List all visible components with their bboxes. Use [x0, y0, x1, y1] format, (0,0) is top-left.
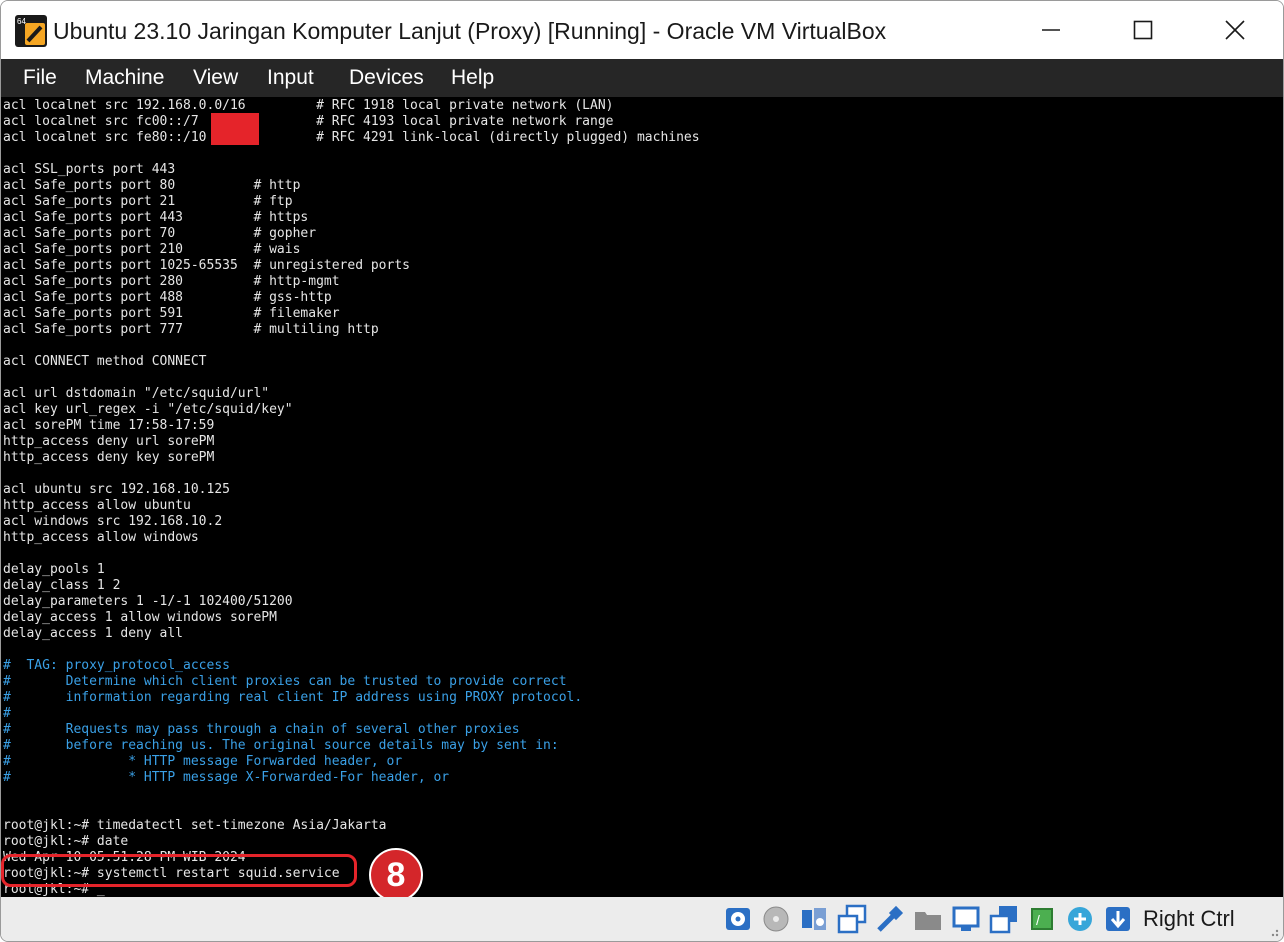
- menu-view[interactable]: View: [193, 59, 238, 97]
- terminal-line: acl Safe_ports port 443 # https: [3, 210, 309, 225]
- vm-console-screen[interactable]: root@jkl:~# _ root@jkl:~# systemctl resta…: [1, 97, 1283, 897]
- window-title: Ubuntu 23.10 Jaringan Komputer Lanjut (P…: [53, 18, 887, 44]
- network-icon[interactable]: [837, 904, 867, 934]
- step-number-badge: 8: [369, 848, 423, 897]
- close-button[interactable]: [1189, 1, 1281, 59]
- terminal-line: # TAG: proxy_protocol_access: [3, 658, 230, 673]
- terminal-line: # * HTTP message X-Forwarded-For header,…: [3, 770, 450, 785]
- svg-text:/: /: [1036, 912, 1040, 928]
- redaction-box: [211, 113, 259, 145]
- host-key-label[interactable]: Right Ctrl: [1143, 897, 1235, 941]
- menu-input[interactable]: Input: [267, 59, 314, 97]
- mouse-integration-icon[interactable]: [1065, 904, 1095, 934]
- minimize-icon: [1042, 29, 1060, 31]
- terminal-line: acl localnet src 192.168.0.0/16 # RFC 19…: [3, 98, 614, 113]
- terminal-line: acl SSL_ports port 443: [3, 162, 176, 177]
- terminal-line: # Requests may pass through a chain of s…: [3, 722, 520, 737]
- terminal-line: acl Safe_ports port 80 # http: [3, 178, 301, 193]
- menu-devices[interactable]: Devices: [349, 59, 424, 97]
- terminal-line: http_access allow ubuntu: [3, 498, 191, 513]
- terminal-line: http_access allow windows: [3, 530, 199, 545]
- terminal-line: acl localnet src fc00::/7 # RFC 4193 loc…: [3, 114, 614, 129]
- terminal-line: delay_parameters 1 -1/-1 102400/51200: [3, 594, 293, 609]
- terminal-line: acl windows src 192.168.10.2: [3, 514, 223, 529]
- recording-icon[interactable]: [989, 904, 1019, 934]
- maximize-icon: [1133, 20, 1153, 40]
- terminal-line: acl ubuntu src 192.168.10.125: [3, 482, 230, 497]
- resize-grip-icon[interactable]: [1265, 923, 1279, 937]
- terminal-line: # information regarding real client IP a…: [3, 690, 583, 705]
- terminal-line: acl CONNECT method CONNECT: [3, 354, 207, 369]
- display-icon[interactable]: [951, 904, 981, 934]
- terminal-line: # * HTTP message Forwarded header, or: [3, 754, 403, 769]
- menu-file[interactable]: File: [23, 59, 57, 97]
- close-icon: [1225, 20, 1245, 40]
- terminal-line: acl sorePM time 17:58-17:59: [3, 418, 215, 433]
- optical-drive-icon[interactable]: [761, 904, 791, 934]
- terminal-line: delay_access 1 allow windows sorePM: [3, 610, 277, 625]
- virtualbox-app-icon[interactable]: 64: [15, 15, 47, 47]
- terminal-line: #: [3, 706, 11, 721]
- terminal-line: acl url dstdomain "/etc/squid/url": [3, 386, 270, 401]
- terminal-line: acl key url_regex -i "/etc/squid/key": [3, 402, 293, 417]
- terminal-line: root@jkl:~# date: [3, 834, 129, 849]
- menu-machine[interactable]: Machine: [85, 59, 164, 97]
- shared-folders-icon[interactable]: [913, 904, 943, 934]
- status-bar: / Right Ctrl: [1, 897, 1283, 941]
- command-highlight-box: [1, 854, 357, 887]
- keyboard-icon[interactable]: [1103, 904, 1133, 934]
- terminal-line: delay_access 1 deny all: [3, 626, 184, 641]
- terminal-line: acl Safe_ports port 777 # multiling http: [3, 322, 379, 337]
- terminal-line: acl Safe_ports port 1025-65535 # unregis…: [3, 258, 410, 273]
- terminal-line: root@jkl:~# timedatectl set-timezone Asi…: [3, 818, 387, 833]
- virtualbox-window: 64 Ubuntu 23.10 Jaringan Komputer Lanjut…: [0, 0, 1284, 942]
- maximize-button[interactable]: [1097, 1, 1189, 59]
- minimize-button[interactable]: [1005, 1, 1097, 59]
- menu-help[interactable]: Help: [451, 59, 494, 97]
- terminal-line: http_access deny url sorePM: [3, 434, 215, 449]
- terminal-line: acl Safe_ports port 280 # http-mgmt: [3, 274, 340, 289]
- terminal-line: acl Safe_ports port 70 # gopher: [3, 226, 317, 241]
- terminal-line: acl Safe_ports port 488 # gss-http: [3, 290, 332, 305]
- audio-icon[interactable]: [799, 904, 829, 934]
- usb-icon[interactable]: [875, 904, 905, 934]
- terminal-line: # Determine which client proxies can be …: [3, 674, 567, 689]
- app-icon-badge: 64: [17, 17, 26, 26]
- terminal-line: acl localnet src fe80::/10 # RFC 4291 li…: [3, 130, 700, 145]
- terminal-line: acl Safe_ports port 21 # ftp: [3, 194, 293, 209]
- terminal-line: # before reaching us. The original sourc…: [3, 738, 559, 753]
- terminal-line: acl Safe_ports port 591 # filemaker: [3, 306, 340, 321]
- cpu-icon[interactable]: /: [1027, 904, 1057, 934]
- hard-disk-icon[interactable]: [723, 904, 753, 934]
- title-bar[interactable]: 64 Ubuntu 23.10 Jaringan Komputer Lanjut…: [1, 1, 1283, 59]
- terminal-line: delay_class 1 2: [3, 578, 121, 593]
- menu-bar: File Machine View Input Devices Help: [1, 59, 1283, 97]
- terminal-line: http_access deny key sorePM: [3, 450, 215, 465]
- terminal-line: delay_pools 1: [3, 562, 105, 577]
- terminal-line: acl Safe_ports port 210 # wais: [3, 242, 301, 257]
